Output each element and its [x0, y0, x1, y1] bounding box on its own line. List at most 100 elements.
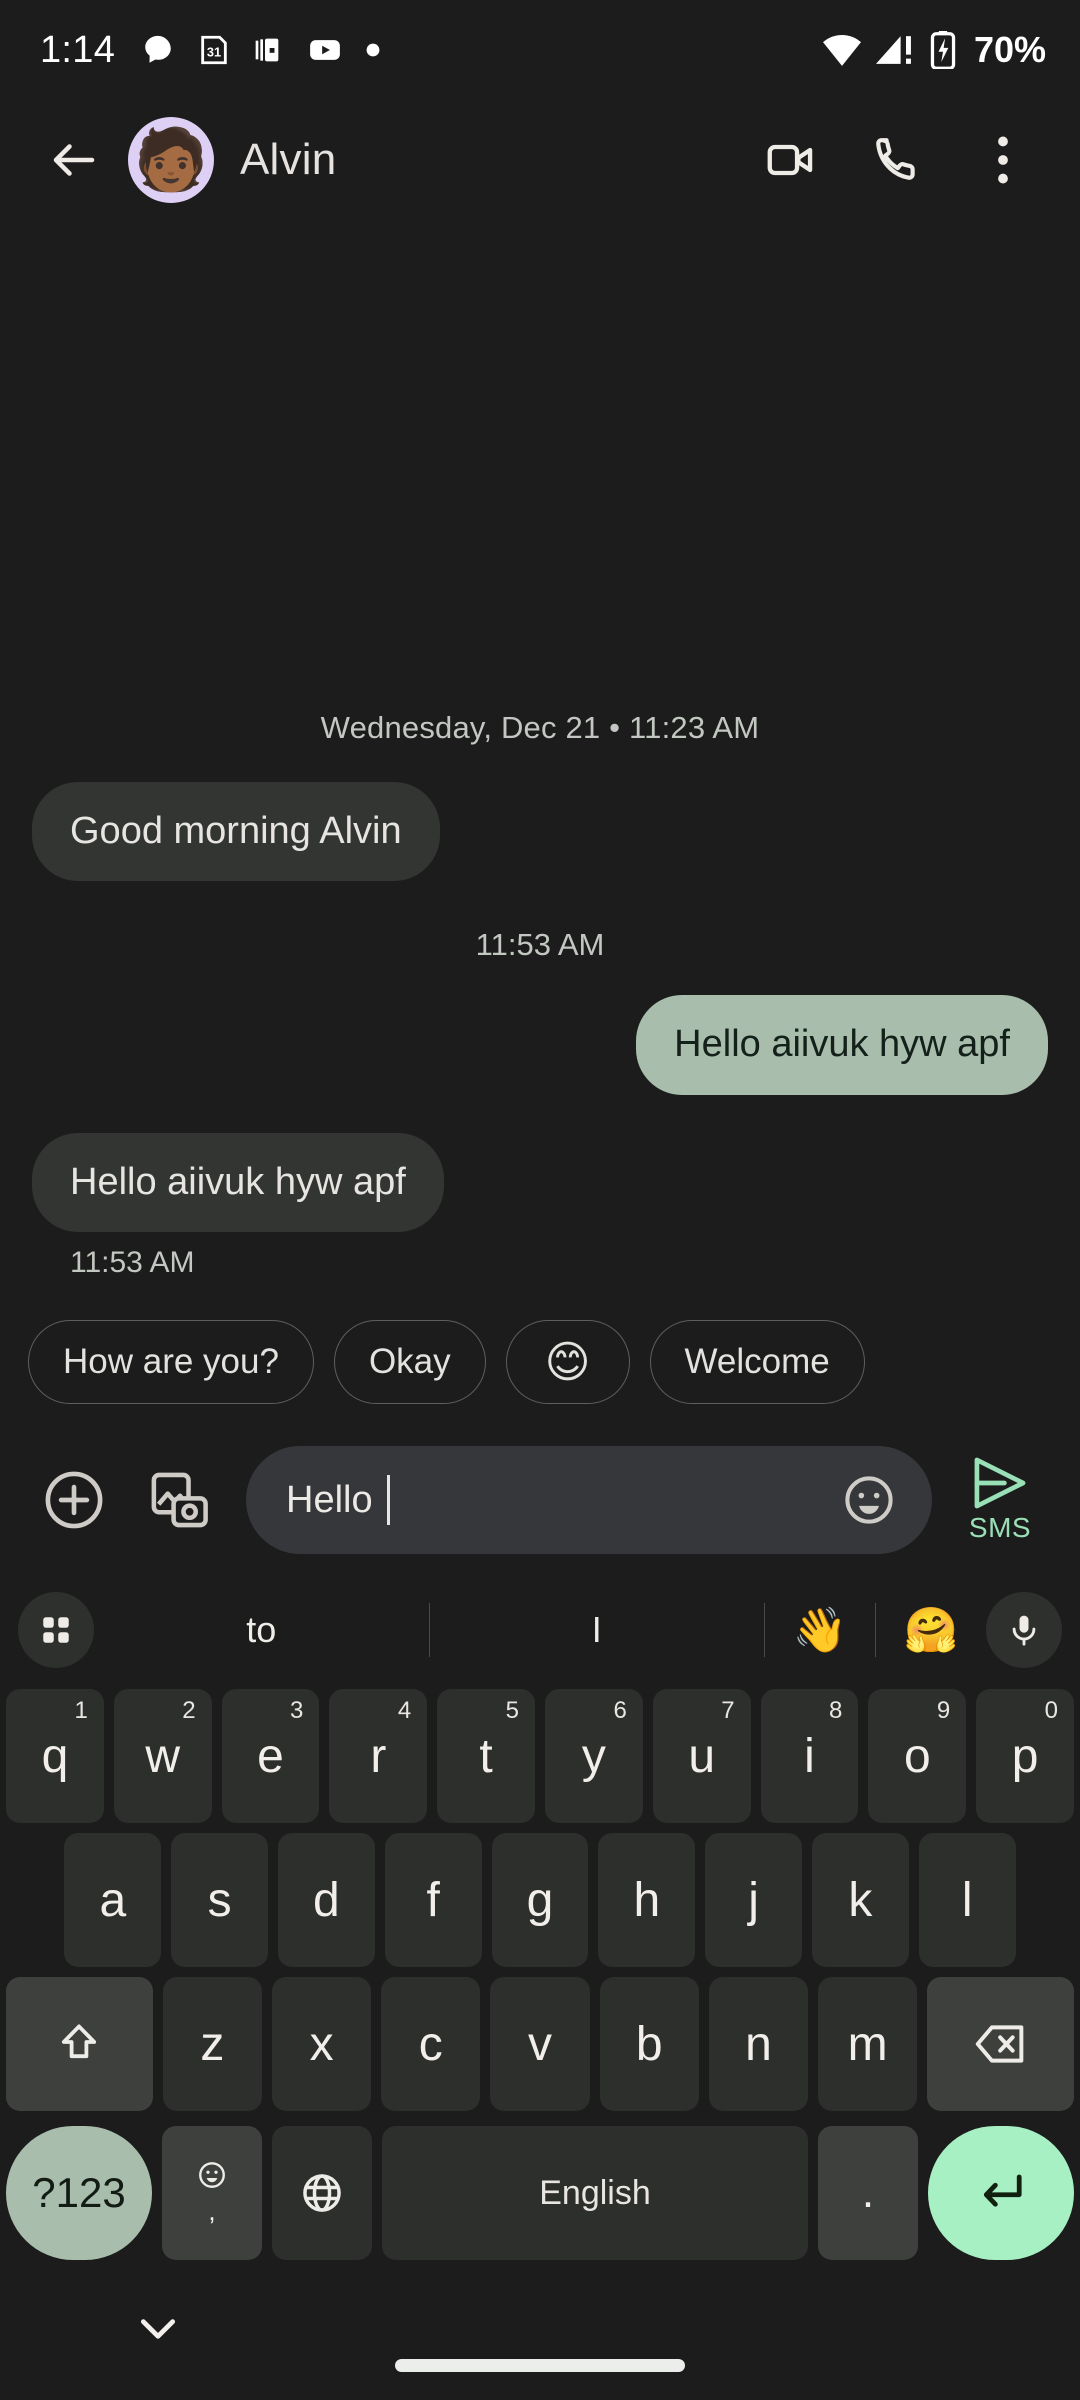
- compose-bar: Hello SMS: [0, 1434, 1080, 1576]
- period-key[interactable]: .: [818, 2126, 918, 2260]
- key-superscript: 5: [505, 1697, 519, 1724]
- gallery-button[interactable]: [132, 1452, 228, 1548]
- emoji-comma-key[interactable]: ,: [162, 2126, 262, 2260]
- emoji-picker-button[interactable]: [832, 1463, 906, 1537]
- home-gesture-pill[interactable]: [395, 2359, 685, 2372]
- key-label: e: [257, 1729, 284, 1783]
- back-button[interactable]: [36, 122, 112, 198]
- message-bubble-incoming[interactable]: Hello aiivuk hyw apf: [32, 1132, 444, 1232]
- message-input-wrapper[interactable]: Hello: [286, 1475, 832, 1525]
- message-bubble-incoming[interactable]: Good morning Alvin: [32, 781, 440, 881]
- key-label: f: [426, 1873, 440, 1927]
- attach-button[interactable]: [26, 1452, 122, 1548]
- text-cursor: [386, 1475, 390, 1525]
- key-superscript: 8: [829, 1697, 843, 1724]
- key-j[interactable]: j: [705, 1833, 802, 1967]
- plus-circle-icon: [43, 1469, 105, 1531]
- keyboard-row-2: a s d f g h j k l: [0, 1828, 1080, 1972]
- key-d[interactable]: d: [278, 1833, 375, 1967]
- key-a[interactable]: a: [64, 1833, 162, 1967]
- key-superscript: 1: [74, 1697, 88, 1724]
- message-row-outgoing: Hello aiivuk hyw apf: [32, 995, 1048, 1095]
- arrow-back-icon: [47, 133, 101, 187]
- space-key[interactable]: English: [382, 2126, 808, 2260]
- voice-call-button[interactable]: [862, 125, 932, 195]
- key-label: y: [581, 1729, 606, 1783]
- page-title[interactable]: Alvin: [240, 135, 336, 185]
- key-x[interactable]: x: [272, 1977, 372, 2111]
- key-m[interactable]: m: [818, 1977, 918, 2111]
- key-r[interactable]: 4r: [329, 1689, 428, 1823]
- key-p[interactable]: 0p: [976, 1689, 1074, 1823]
- message-input-value: Hello: [286, 1478, 373, 1521]
- video-call-button[interactable]: [756, 125, 826, 195]
- key-w[interactable]: 2w: [113, 1689, 212, 1823]
- key-k[interactable]: k: [811, 1833, 909, 1967]
- suggestion-chip-welcome[interactable]: Welcome: [649, 1320, 865, 1404]
- key-y[interactable]: 6y: [545, 1689, 643, 1823]
- keyboard-grid-button[interactable]: [18, 1592, 94, 1668]
- key-u[interactable]: 7u: [652, 1689, 751, 1823]
- key-label: c: [418, 2017, 443, 2071]
- microphone-icon: [1006, 1612, 1042, 1648]
- key-i[interactable]: 8i: [760, 1689, 859, 1823]
- suggestion-emoji-hug[interactable]: 🤗: [876, 1604, 986, 1656]
- message-bubble-outgoing[interactable]: Hello aiivuk hyw apf: [636, 995, 1048, 1095]
- keyboard-row-4: ?123 , English .: [0, 2116, 1080, 2264]
- app-bar-actions: [756, 125, 1046, 195]
- status-bar: 1:14 31 70%: [0, 0, 1080, 100]
- cellular-warning-icon: [875, 33, 916, 67]
- key-q[interactable]: 1q: [6, 1689, 104, 1823]
- suggestion-emoji-wave[interactable]: 👋: [765, 1604, 875, 1656]
- row2-left-gap: [6, 1833, 54, 1967]
- key-n[interactable]: n: [708, 1977, 809, 2111]
- more-options-button[interactable]: [968, 125, 1038, 195]
- time-separator: 11:53 AM: [475, 927, 605, 962]
- key-h[interactable]: h: [598, 1833, 696, 1967]
- key-label: a: [99, 1873, 127, 1927]
- key-t[interactable]: 5t: [437, 1689, 535, 1823]
- key-label: k: [848, 1873, 873, 1927]
- message-list[interactable]: Wednesday, Dec 21 • 11:23 AM Good mornin…: [0, 220, 1080, 1280]
- key-e[interactable]: 3e: [221, 1689, 320, 1823]
- enter-key[interactable]: [928, 2126, 1074, 2260]
- enter-return-icon: [975, 2167, 1027, 2219]
- chevron-down-icon: [136, 2314, 180, 2344]
- language-globe-icon: [300, 2171, 344, 2215]
- keyboard-suggestion-strip: to I 👋 🤗: [0, 1576, 1080, 1684]
- key-s[interactable]: s: [171, 1833, 268, 1967]
- symbols-key[interactable]: ?123: [6, 2126, 152, 2260]
- key-label: u: [688, 1729, 716, 1783]
- key-label: i: [804, 1729, 815, 1783]
- key-o[interactable]: 9o: [868, 1689, 967, 1823]
- on-screen-keyboard: to I 👋 🤗 1q 2w 3e 4r 5 t 6 y 7 u 8 i 9 o…: [0, 1576, 1080, 2270]
- key-v[interactable]: v: [490, 1977, 590, 2111]
- key-c[interactable]: c: [381, 1977, 481, 2111]
- suggestion-word-to[interactable]: to: [94, 1609, 429, 1651]
- hide-keyboard-button[interactable]: [136, 2314, 180, 2349]
- key-label: z: [200, 2017, 225, 2071]
- wifi-icon: [822, 33, 862, 67]
- suggestion-chip-okay[interactable]: Okay: [333, 1320, 486, 1404]
- voice-input-button[interactable]: [986, 1592, 1062, 1668]
- key-g[interactable]: g: [491, 1833, 589, 1967]
- backspace-key[interactable]: [927, 1977, 1075, 2111]
- language-switch-key[interactable]: [272, 2126, 372, 2260]
- key-label: p: [1011, 1729, 1039, 1783]
- key-b[interactable]: b: [599, 1977, 699, 2111]
- shift-key[interactable]: [5, 1977, 153, 2111]
- key-l[interactable]: l: [918, 1833, 1016, 1967]
- suggestion-word-i[interactable]: I: [430, 1609, 765, 1651]
- calendar-31-icon: 31: [197, 33, 231, 67]
- send-button[interactable]: SMS: [946, 1446, 1054, 1554]
- key-f[interactable]: f: [384, 1833, 482, 1967]
- suggestion-chip-how-are-you[interactable]: How are you?: [28, 1320, 314, 1404]
- avatar[interactable]: 🧑🏾: [128, 117, 214, 203]
- key-label: w: [145, 1729, 181, 1783]
- key-z[interactable]: z: [162, 1977, 262, 2111]
- suggestion-chip-smile-emoji[interactable]: 😊: [505, 1320, 630, 1404]
- message-input-container[interactable]: Hello: [246, 1446, 932, 1554]
- avatar-emoji: 🧑🏾: [133, 125, 209, 195]
- key-label: x: [309, 2017, 334, 2071]
- battery-percentage: 70%: [973, 29, 1046, 70]
